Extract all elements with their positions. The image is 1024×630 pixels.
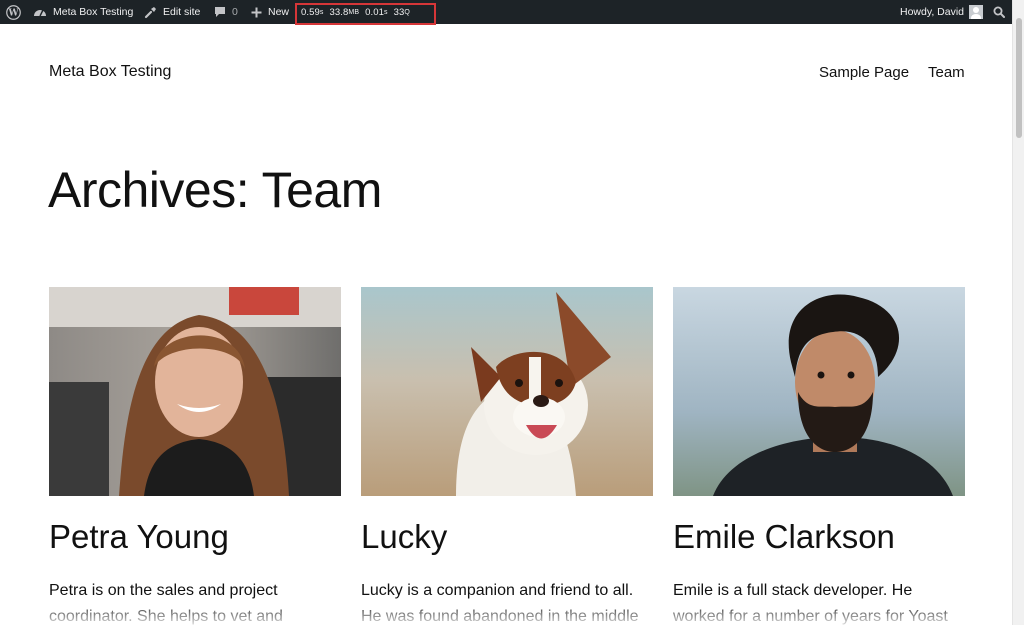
nav-item-team[interactable]: Team — [928, 62, 965, 84]
qm-query-time: 0.01 — [365, 6, 384, 18]
nav-item-sample-page[interactable]: Sample Page — [819, 62, 909, 84]
team-member-name[interactable]: Emile Clarkson — [673, 517, 895, 557]
team-photo[interactable] — [673, 287, 965, 496]
comment-icon — [214, 6, 226, 18]
account-menu[interactable]: Howdy, David — [900, 0, 983, 24]
dashboard-icon — [33, 6, 47, 18]
team-member-name[interactable]: Lucky — [361, 517, 447, 557]
plus-icon — [251, 7, 262, 18]
qm-time: 0.59 — [301, 6, 320, 18]
qm-memory-unit: MB — [348, 8, 360, 16]
scrollbar-thumb[interactable] — [1016, 18, 1022, 138]
admin-bar-site-name: Meta Box Testing — [53, 6, 134, 18]
site-title[interactable]: Meta Box Testing — [49, 61, 171, 83]
greeting: Howdy, David — [900, 6, 964, 18]
query-monitor-stats[interactable]: 0.59 s 33.8 MB 0.01 s 33 Q — [301, 0, 410, 24]
search-icon[interactable] — [993, 0, 1005, 24]
wordpress-logo-icon[interactable]: W — [6, 0, 21, 24]
edit-site-label: Edit site — [163, 6, 201, 18]
team-photo[interactable] — [361, 287, 653, 496]
admin-bar-site-link[interactable]: Meta Box Testing — [33, 0, 133, 24]
comments-link[interactable]: 0 — [214, 0, 238, 24]
page-title: Archives: Team — [48, 162, 382, 218]
admin-bar: W Meta Box Testing Edit site 0 New 0.59 s… — [0, 0, 1012, 25]
qm-time-unit: s — [319, 8, 324, 16]
brush-icon — [144, 6, 157, 19]
qm-queries: 33 — [393, 6, 405, 18]
qm-query-time-unit: s — [383, 8, 388, 16]
qm-queries-unit: Q — [404, 8, 410, 16]
comments-count: 0 — [232, 6, 238, 18]
qm-memory: 33.8 — [329, 6, 349, 18]
team-card: Lucky Lucky is a companion and friend to… — [361, 287, 653, 625]
avatar — [969, 5, 983, 19]
team-photo[interactable] — [49, 287, 341, 496]
team-card: Emile Clarkson Emile is a full stack dev… — [673, 287, 965, 625]
team-member-name[interactable]: Petra Young — [49, 517, 229, 557]
page-scrollbar[interactable] — [1012, 0, 1024, 625]
bottom-fade — [0, 600, 1012, 625]
new-content-link[interactable]: New — [251, 0, 289, 24]
svg-text:W: W — [7, 8, 19, 18]
edit-site-link[interactable]: Edit site — [144, 0, 200, 24]
team-card: Petra Young Petra is on the sales and pr… — [49, 287, 341, 625]
new-label: New — [268, 6, 290, 18]
